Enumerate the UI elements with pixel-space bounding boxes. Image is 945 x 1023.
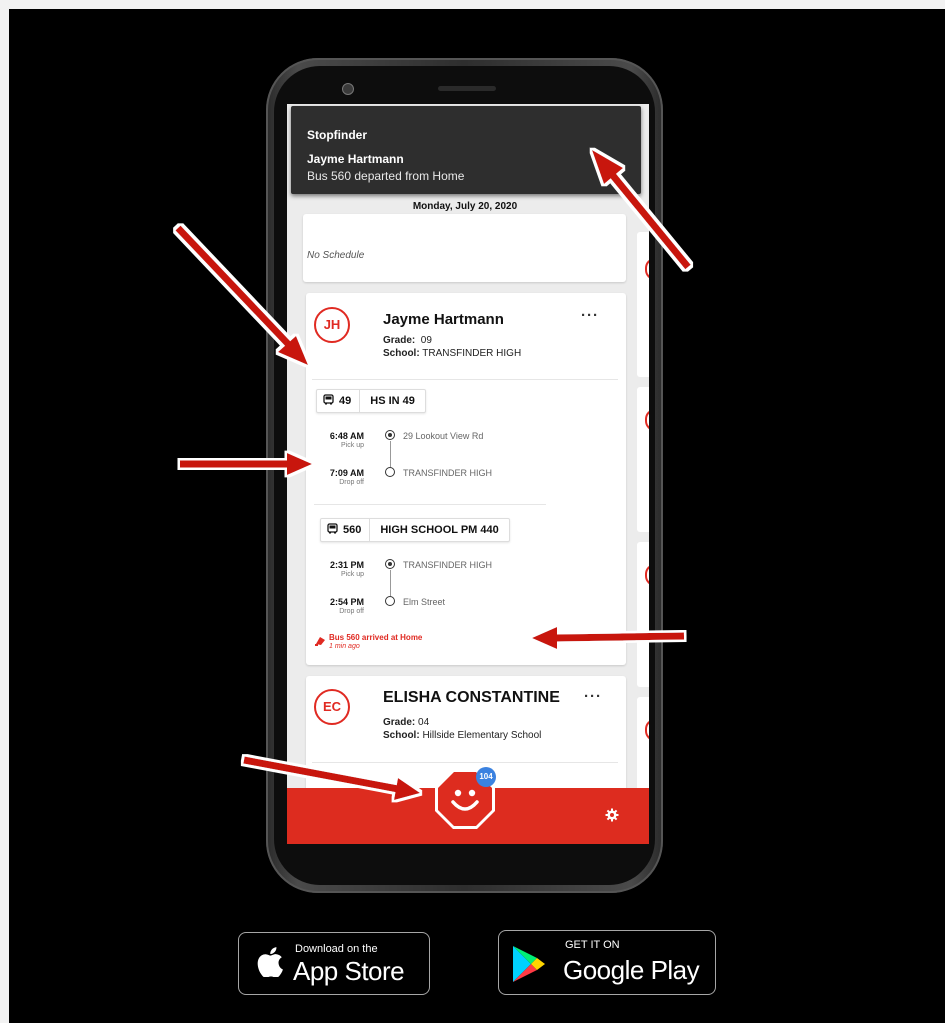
app-store-badge[interactable]: Download on the App Store [238,932,430,995]
arrow-to-bus-alert [532,627,685,649]
arrow-to-route-times [180,453,312,475]
app-store-text: App Store [293,956,405,986]
google-play-icon [511,945,547,988]
arrow-to-fab-button [243,756,420,800]
google-play-badge[interactable]: GET IT ON Google Play [498,930,716,995]
app-store-small-text: Download on the [295,943,378,955]
arrow-to-student-card [175,225,308,365]
google-play-text: Google Play [563,955,700,985]
google-play-small-text: GET IT ON [565,939,620,951]
apple-icon [257,947,283,982]
annotation-arrows [175,150,691,800]
arrow-to-notification [592,150,691,270]
